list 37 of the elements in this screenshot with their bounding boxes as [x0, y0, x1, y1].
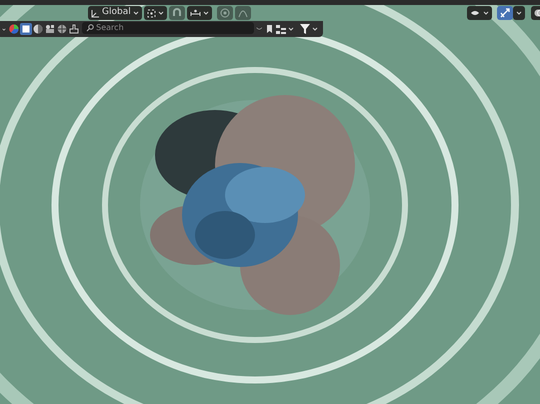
caret-icon	[516, 11, 522, 15]
bookmark-button[interactable]	[265, 23, 273, 35]
filter-icon	[300, 24, 310, 34]
increment-icon	[190, 8, 202, 18]
color-wheel-icon[interactable]	[8, 23, 20, 35]
pivot-point-dropdown[interactable]	[144, 6, 167, 20]
caret-icon	[132, 11, 139, 15]
axes-icon	[91, 8, 100, 18]
square-icon[interactable]	[20, 23, 32, 35]
magnet-icon	[172, 8, 182, 18]
figure-icon[interactable]	[44, 23, 56, 35]
target-icon	[220, 8, 230, 18]
snap-target-dropdown[interactable]	[187, 6, 212, 20]
caret-icon	[483, 11, 489, 15]
curve-icon	[238, 8, 248, 18]
tree-icon	[276, 24, 286, 34]
snap-toggle[interactable]	[169, 6, 186, 20]
eye-icon	[470, 8, 481, 18]
caret-icon	[288, 27, 294, 31]
bookmark-icon	[266, 24, 273, 34]
search-field[interactable]: Search	[82, 22, 254, 34]
caret-icon	[203, 11, 210, 15]
falloff-dropdown[interactable]	[235, 6, 252, 20]
caret-icon	[158, 11, 164, 15]
gizmo-dropdown[interactable]	[513, 6, 526, 20]
arrows-icon	[500, 8, 510, 18]
pivot-icon	[146, 8, 156, 18]
sphere-icon[interactable]	[32, 23, 44, 35]
globe-icon[interactable]	[56, 23, 68, 35]
search-icon	[86, 24, 94, 32]
visibility-dropdown[interactable]	[467, 6, 492, 20]
caret-icon	[256, 26, 263, 32]
gizmo-toggle[interactable]	[497, 6, 514, 20]
stamp-icon[interactable]	[68, 23, 80, 35]
caret-icon	[312, 27, 318, 31]
proportional-edit-toggle[interactable]	[216, 6, 233, 20]
transform-orientation-dropdown[interactable]: Global	[88, 6, 142, 20]
